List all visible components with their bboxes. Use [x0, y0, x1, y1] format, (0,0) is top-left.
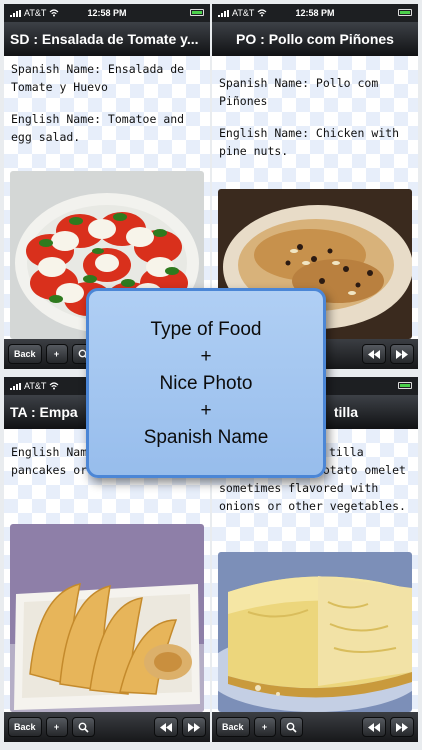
status-bar: AT&T 12:58 PM	[212, 4, 418, 22]
callout-plus: +	[200, 345, 212, 367]
search-icon	[286, 722, 297, 733]
page-title: SD : Ensalada de Tomate y...	[4, 22, 210, 56]
callout-line-type: Type of Food	[150, 318, 262, 340]
next-button[interactable]	[390, 344, 414, 364]
rewind-icon	[368, 349, 380, 359]
wifi-icon	[49, 9, 59, 17]
add-button[interactable]: +	[45, 344, 68, 364]
rewind-icon	[160, 722, 172, 732]
carrier-label: AT&T	[232, 8, 255, 18]
next-button[interactable]	[390, 717, 414, 737]
carrier-label: AT&T	[24, 8, 47, 18]
status-bar: AT&T 12:58 PM	[4, 4, 210, 22]
signal-icon	[10, 382, 21, 390]
clock: 12:58 PM	[295, 8, 335, 18]
callout-line-name: Spanish Name	[143, 426, 269, 448]
add-button[interactable]: +	[45, 717, 68, 737]
carrier-label: AT&T	[24, 381, 47, 391]
english-name: English Name: Chicken with pine nuts.	[219, 126, 400, 158]
battery-icon	[398, 9, 412, 16]
wifi-icon	[49, 382, 59, 390]
callout-plus: +	[200, 399, 212, 421]
search-icon	[78, 722, 89, 733]
food-photo	[218, 552, 412, 712]
wifi-icon	[257, 9, 267, 17]
spanish-name: Spanish Name: Pollo com Piñones	[219, 76, 379, 108]
search-button[interactable]	[71, 717, 95, 737]
battery-icon	[190, 9, 204, 16]
carrier: AT&T	[218, 8, 267, 18]
callout-line-photo: Nice Photo	[159, 372, 253, 394]
page-title-text: tilla	[333, 404, 358, 420]
clock: 12:58 PM	[87, 8, 127, 18]
bottom-toolbar: Back +	[212, 712, 418, 742]
back-button[interactable]: Back	[216, 717, 250, 737]
signal-icon	[10, 9, 21, 17]
spanish-name: Spanish Name: Ensalada de Tomate y Huevo	[11, 62, 185, 94]
next-button[interactable]	[182, 717, 206, 737]
fast-forward-icon	[188, 722, 200, 732]
rewind-icon	[368, 722, 380, 732]
english-name: English Name: Tomatoe and egg salad.	[11, 112, 185, 144]
bottom-toolbar: Back +	[4, 712, 210, 742]
carrier: AT&T	[10, 8, 59, 18]
previous-button[interactable]	[154, 717, 178, 737]
carrier: AT&T	[10, 381, 59, 391]
back-button[interactable]: Back	[8, 717, 42, 737]
add-button[interactable]: +	[253, 717, 276, 737]
back-button[interactable]: Back	[8, 344, 42, 364]
feature-callout: Type of Food + Nice Photo + Spanish Name	[86, 288, 326, 478]
page-title: PO : Pollo com Piñones	[212, 22, 418, 56]
signal-icon	[218, 9, 229, 17]
food-photo	[10, 524, 204, 712]
search-button[interactable]	[279, 717, 303, 737]
fast-forward-icon	[396, 349, 408, 359]
previous-button[interactable]	[362, 344, 386, 364]
battery-icon	[398, 382, 412, 389]
previous-button[interactable]	[362, 717, 386, 737]
fast-forward-icon	[396, 722, 408, 732]
